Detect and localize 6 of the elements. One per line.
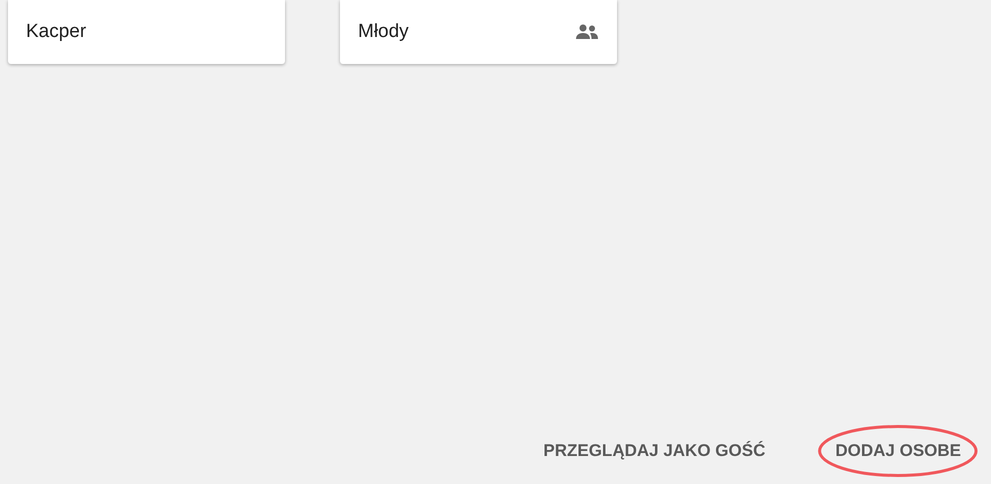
text-button[interactable]: PRZEGLĄDAJ JAKO GOŚĆ — [526, 425, 782, 477]
text-button[interactable]: DODAJ OSOBE — [818, 425, 978, 477]
profile-name: Kacper — [26, 21, 86, 43]
profile-name: Młody — [358, 21, 409, 43]
profile-card[interactable]: Kacper — [8, 0, 285, 64]
profile-card[interactable]: Młody — [340, 0, 617, 64]
